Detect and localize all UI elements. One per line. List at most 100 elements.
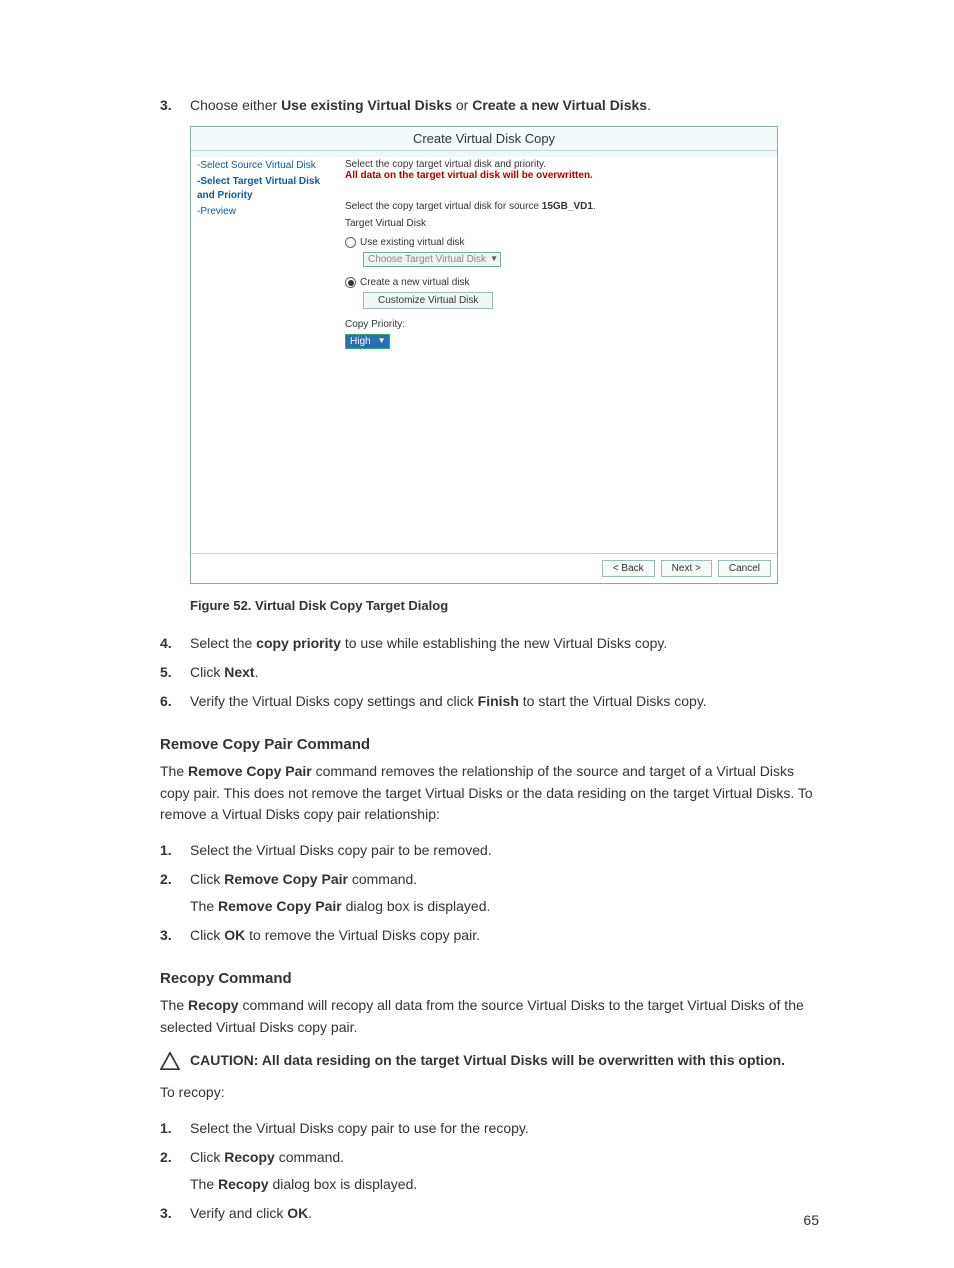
cancel-button[interactable]: Cancel [718,560,771,577]
text-bold: OK [224,927,245,943]
text: to use while establishing the new Virtua… [341,635,667,651]
text: or [452,97,472,113]
recopy-step-1: 1. Select the Virtual Disks copy pair to… [160,1118,819,1139]
text-bold: Remove Copy Pair [224,871,348,887]
list-text: Click Next. [190,662,819,683]
text: Click [190,664,224,680]
dialog-sidebar: -Select Source Virtual Disk -Select Targ… [191,151,335,553]
sub-text: The Remove Copy Pair dialog box is displ… [190,896,819,917]
list-number: 6. [160,691,190,712]
text: Select the copy target virtual disk for … [345,201,542,212]
caution-icon [160,1052,180,1070]
wizard-step-3[interactable]: -Preview [197,205,329,219]
list-text: Verify and click OK. [190,1203,819,1224]
text: Choose either [190,97,281,113]
remove-step-1: 1. Select the Virtual Disks copy pair to… [160,840,819,861]
sub-text: The Recopy dialog box is displayed. [190,1174,819,1195]
text: command. [275,1149,344,1165]
text: . [255,664,259,680]
list-number: 3. [160,925,190,946]
dialog-footer: < Back Next > Cancel [191,553,777,583]
radio-use-existing[interactable]: Use existing virtual disk [345,237,767,248]
radio-label: Create a new virtual disk [360,277,470,288]
text: Click [190,1149,224,1165]
text: Click [190,927,224,943]
lead-text: To recopy: [160,1082,819,1104]
text: to remove the Virtual Disks copy pair. [245,927,480,943]
list-text: Click Remove Copy Pair command. The Remo… [190,869,819,917]
source-label: Select the copy target virtual disk for … [345,201,767,212]
back-button[interactable]: < Back [602,560,655,577]
list-text: Choose either Use existing Virtual Disks… [190,95,819,116]
dialog-main: Select the copy target virtual disk and … [335,151,777,553]
remove-step-2: 2. Click Remove Copy Pair command. The R… [160,869,819,917]
text: The [160,997,188,1013]
instruction-text: Select the copy target virtual disk and … [345,159,767,170]
customize-button[interactable]: Customize Virtual Disk [363,292,493,309]
figure-caption: Figure 52. Virtual Disk Copy Target Dial… [190,598,819,613]
text: command. [348,871,417,887]
text: . [593,201,596,212]
customize-wrap: Customize Virtual Disk [363,292,767,309]
heading-remove-copy-pair: Remove Copy Pair Command [160,736,819,753]
text: dialog box is displayed. [269,1176,418,1192]
warning-text: All data on the target virtual disk will… [345,170,767,181]
list-number: 3. [160,95,190,116]
step-6: 6. Verify the Virtual Disks copy setting… [160,691,819,712]
text-bold: Recopy [188,997,239,1013]
text-bold: copy priority [256,635,341,651]
text: . [647,97,651,113]
text: Select the [190,635,256,651]
wizard-step-2[interactable]: -Select Target Virtual Disk and Priority [197,175,329,203]
radio-label: Use existing virtual disk [360,237,464,248]
radio-icon [345,277,356,288]
caution-notice: CAUTION: All data residing on the target… [160,1052,819,1070]
wizard-step-1[interactable]: -Select Source Virtual Disk [197,159,329,173]
priority-select[interactable]: High [345,334,390,349]
list-text: Select the Virtual Disks copy pair to us… [190,1118,819,1139]
text: The [160,763,188,779]
paragraph: The Remove Copy Pair command removes the… [160,761,819,826]
source-name: 15GB_VD1 [542,201,593,212]
text-bold: Remove Copy Pair [188,763,312,779]
text: The [190,898,218,914]
text-bold: Finish [478,693,519,709]
text: command will recopy all data from the so… [160,997,804,1035]
list-text: Click Recopy command. The Recopy dialog … [190,1147,819,1195]
caution-text: CAUTION: All data residing on the target… [190,1052,785,1068]
text-bold: Recopy [224,1149,275,1165]
priority-label: Copy Priority: [345,319,767,330]
page-number: 65 [803,1212,819,1228]
recopy-step-2: 2. Click Recopy command. The Recopy dial… [160,1147,819,1195]
page: 3. Choose either Use existing Virtual Di… [0,0,954,1268]
text-bold: Use existing Virtual Disks [281,97,452,113]
text: Verify the Virtual Disks copy settings a… [190,693,478,709]
text: dialog box is displayed. [342,898,491,914]
list-text: Select the Virtual Disks copy pair to be… [190,840,819,861]
remove-step-3: 3. Click OK to remove the Virtual Disks … [160,925,819,946]
text-bold: OK [287,1205,308,1221]
figure: Create Virtual Disk Copy -Select Source … [190,126,819,584]
list-number: 1. [160,1118,190,1139]
heading-recopy: Recopy Command [160,970,819,987]
step-5: 5. Click Next. [160,662,819,683]
list-number: 1. [160,840,190,861]
text: to start the Virtual Disks copy. [519,693,707,709]
next-button[interactable]: Next > [661,560,712,577]
list-number: 3. [160,1203,190,1224]
list-number: 4. [160,633,190,654]
text-bold: Create a new Virtual Disks [472,97,647,113]
text: Click [190,871,224,887]
radio-icon [345,237,356,248]
radio-create-new[interactable]: Create a new virtual disk [345,277,767,288]
list-number: 5. [160,662,190,683]
list-number: 2. [160,869,190,917]
recopy-step-3: 3. Verify and click OK. [160,1203,819,1224]
dialog-title: Create Virtual Disk Copy [191,127,777,151]
step-4: 4. Select the copy priority to use while… [160,633,819,654]
text: . [308,1205,312,1221]
list-number: 2. [160,1147,190,1195]
dialog-body: -Select Source Virtual Disk -Select Targ… [191,151,777,553]
target-disk-select[interactable]: Choose Target Virtual Disk [363,252,501,267]
text-bold: Recopy [218,1176,269,1192]
